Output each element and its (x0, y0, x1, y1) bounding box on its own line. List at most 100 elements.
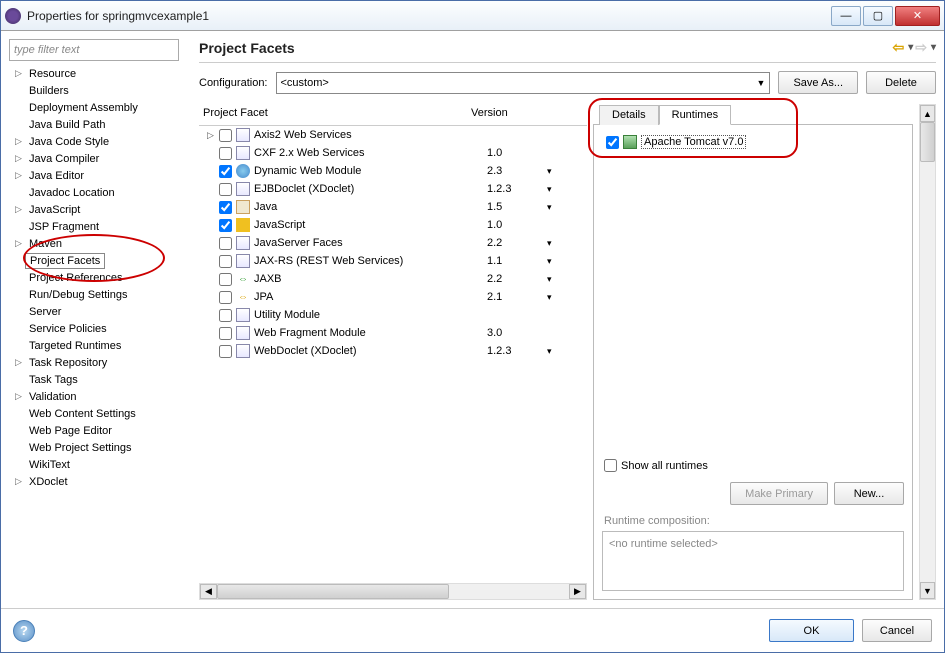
expand-icon[interactable]: ▷ (15, 153, 25, 164)
version-dropdown-icon[interactable]: ▾ (547, 346, 587, 357)
scroll-down-icon[interactable]: ▼ (920, 582, 935, 599)
minimize-button[interactable]: ― (831, 6, 861, 26)
facet-row[interactable]: Utility Module (199, 306, 587, 324)
sidebar-item[interactable]: Builders (9, 82, 189, 99)
facet-checkbox[interactable] (219, 129, 232, 142)
facet-checkbox[interactable] (219, 273, 232, 286)
configuration-select[interactable]: <custom> ▼ (276, 72, 771, 94)
scrollbar-thumb[interactable] (217, 584, 449, 599)
expand-icon[interactable]: ▷ (15, 204, 25, 215)
save-as-button[interactable]: Save As... (778, 71, 858, 94)
facet-checkbox[interactable] (219, 147, 232, 160)
new-runtime-button[interactable]: New... (834, 482, 904, 505)
facet-row[interactable]: EJBDoclet (XDoclet)1.2.3▾ (199, 180, 587, 198)
sidebar-item[interactable]: Project Facets (9, 252, 189, 269)
sidebar-item[interactable]: Web Content Settings (9, 405, 189, 422)
category-tree[interactable]: ▷ResourceBuildersDeployment AssemblyJava… (9, 65, 189, 600)
version-dropdown-icon[interactable]: ▾ (547, 292, 587, 303)
sidebar-item[interactable]: ▷XDoclet (9, 473, 189, 490)
expand-icon[interactable]: ▷ (15, 391, 25, 402)
scroll-up-icon[interactable]: ▲ (920, 105, 935, 122)
facets-list[interactable]: ▷Axis2 Web ServicesCXF 2.x Web Services1… (199, 126, 587, 579)
facet-row[interactable]: JavaScript1.0 (199, 216, 587, 234)
facet-checkbox[interactable] (219, 345, 232, 358)
facet-checkbox[interactable] (219, 201, 232, 214)
sidebar-item[interactable]: ▷Maven (9, 235, 189, 252)
filter-input[interactable] (9, 39, 179, 61)
sidebar-item[interactable]: Service Policies (9, 320, 189, 337)
sidebar-item[interactable]: Javadoc Location (9, 184, 189, 201)
vertical-scrollbar[interactable]: ▲ ▼ (919, 104, 936, 600)
cancel-button[interactable]: Cancel (862, 619, 932, 642)
scroll-right-icon[interactable]: ▶ (569, 584, 586, 599)
facet-checkbox[interactable] (219, 309, 232, 322)
version-dropdown-icon[interactable]: ▾ (547, 238, 587, 249)
runtime-list[interactable]: Apache Tomcat v7.0 (602, 133, 904, 455)
expand-icon[interactable]: ▷ (207, 130, 219, 141)
show-all-checkbox[interactable] (604, 459, 617, 472)
sidebar-item[interactable]: ▷Java Editor (9, 167, 189, 184)
facet-row[interactable]: JavaServer Faces2.2▾ (199, 234, 587, 252)
facet-checkbox[interactable] (219, 165, 232, 178)
sidebar-item[interactable]: Java Build Path (9, 116, 189, 133)
sidebar-item[interactable]: Web Project Settings (9, 439, 189, 456)
version-dropdown-icon[interactable]: ▾ (547, 202, 587, 213)
runtime-checkbox[interactable] (606, 136, 619, 149)
maximize-button[interactable]: ▢ (863, 6, 893, 26)
facet-checkbox[interactable] (219, 291, 232, 304)
version-dropdown-icon[interactable]: ▾ (547, 166, 587, 177)
expand-icon[interactable]: ▷ (15, 170, 25, 181)
facet-row[interactable]: ⇔JAXB2.2▾ (199, 270, 587, 288)
sidebar-item[interactable]: Targeted Runtimes (9, 337, 189, 354)
nav-back-menu[interactable]: ▾ (908, 42, 913, 53)
version-dropdown-icon[interactable]: ▾ (547, 184, 587, 195)
facet-row[interactable]: Web Fragment Module3.0 (199, 324, 587, 342)
sidebar-item[interactable]: ▷Validation (9, 388, 189, 405)
sidebar-item[interactable]: WikiText (9, 456, 189, 473)
expand-icon[interactable]: ▷ (15, 68, 25, 79)
expand-icon[interactable]: ▷ (15, 238, 25, 249)
version-dropdown-icon[interactable]: ▾ (547, 256, 587, 267)
expand-icon[interactable]: ▷ (15, 136, 25, 147)
sidebar-item[interactable]: Task Tags (9, 371, 189, 388)
nav-fwd-icon[interactable]: ⇨ (915, 39, 927, 56)
vscrollbar-thumb[interactable] (920, 122, 935, 162)
facet-row[interactable]: CXF 2.x Web Services1.0 (199, 144, 587, 162)
facet-checkbox[interactable] (219, 255, 232, 268)
version-dropdown-icon[interactable]: ▾ (547, 274, 587, 285)
facet-row[interactable]: ⇔JPA2.1▾ (199, 288, 587, 306)
delete-button[interactable]: Delete (866, 71, 936, 94)
sidebar-item[interactable]: Server (9, 303, 189, 320)
horizontal-scrollbar[interactable]: ◀ ▶ (199, 583, 587, 600)
sidebar-item[interactable]: ▷Task Repository (9, 354, 189, 371)
facet-checkbox[interactable] (219, 327, 232, 340)
facet-checkbox[interactable] (219, 237, 232, 250)
facet-checkbox[interactable] (219, 219, 232, 232)
sidebar-item[interactable]: Deployment Assembly (9, 99, 189, 116)
sidebar-item[interactable]: Web Page Editor (9, 422, 189, 439)
ok-button[interactable]: OK (769, 619, 854, 642)
sidebar-item[interactable]: JSP Fragment (9, 218, 189, 235)
facet-row[interactable]: ▷Axis2 Web Services (199, 126, 587, 144)
column-header-facet[interactable]: Project Facet (199, 104, 467, 122)
facet-row[interactable]: JAX-RS (REST Web Services)1.1▾ (199, 252, 587, 270)
nav-fwd-menu[interactable]: ▾ (931, 42, 936, 53)
scroll-left-icon[interactable]: ◀ (200, 584, 217, 599)
facet-row[interactable]: Java1.5▾ (199, 198, 587, 216)
help-icon[interactable]: ? (13, 620, 35, 642)
nav-back-icon[interactable]: ⇦ (892, 39, 904, 56)
sidebar-item[interactable]: ▷JavaScript (9, 201, 189, 218)
sidebar-item[interactable]: Project References (9, 269, 189, 286)
sidebar-item[interactable]: Run/Debug Settings (9, 286, 189, 303)
column-header-version[interactable]: Version (467, 104, 587, 122)
runtime-item[interactable]: Apache Tomcat v7.0 (602, 133, 904, 151)
expand-icon[interactable]: ▷ (15, 476, 25, 487)
tab-details[interactable]: Details (599, 105, 659, 125)
sidebar-item[interactable]: ▷Java Compiler (9, 150, 189, 167)
sidebar-item[interactable]: ▷Java Code Style (9, 133, 189, 150)
tab-runtimes[interactable]: Runtimes (659, 105, 731, 125)
close-button[interactable]: ✕ (895, 6, 940, 26)
sidebar-item[interactable]: ▷Resource (9, 65, 189, 82)
expand-icon[interactable]: ▷ (15, 357, 25, 368)
facet-row[interactable]: Dynamic Web Module2.3▾ (199, 162, 587, 180)
